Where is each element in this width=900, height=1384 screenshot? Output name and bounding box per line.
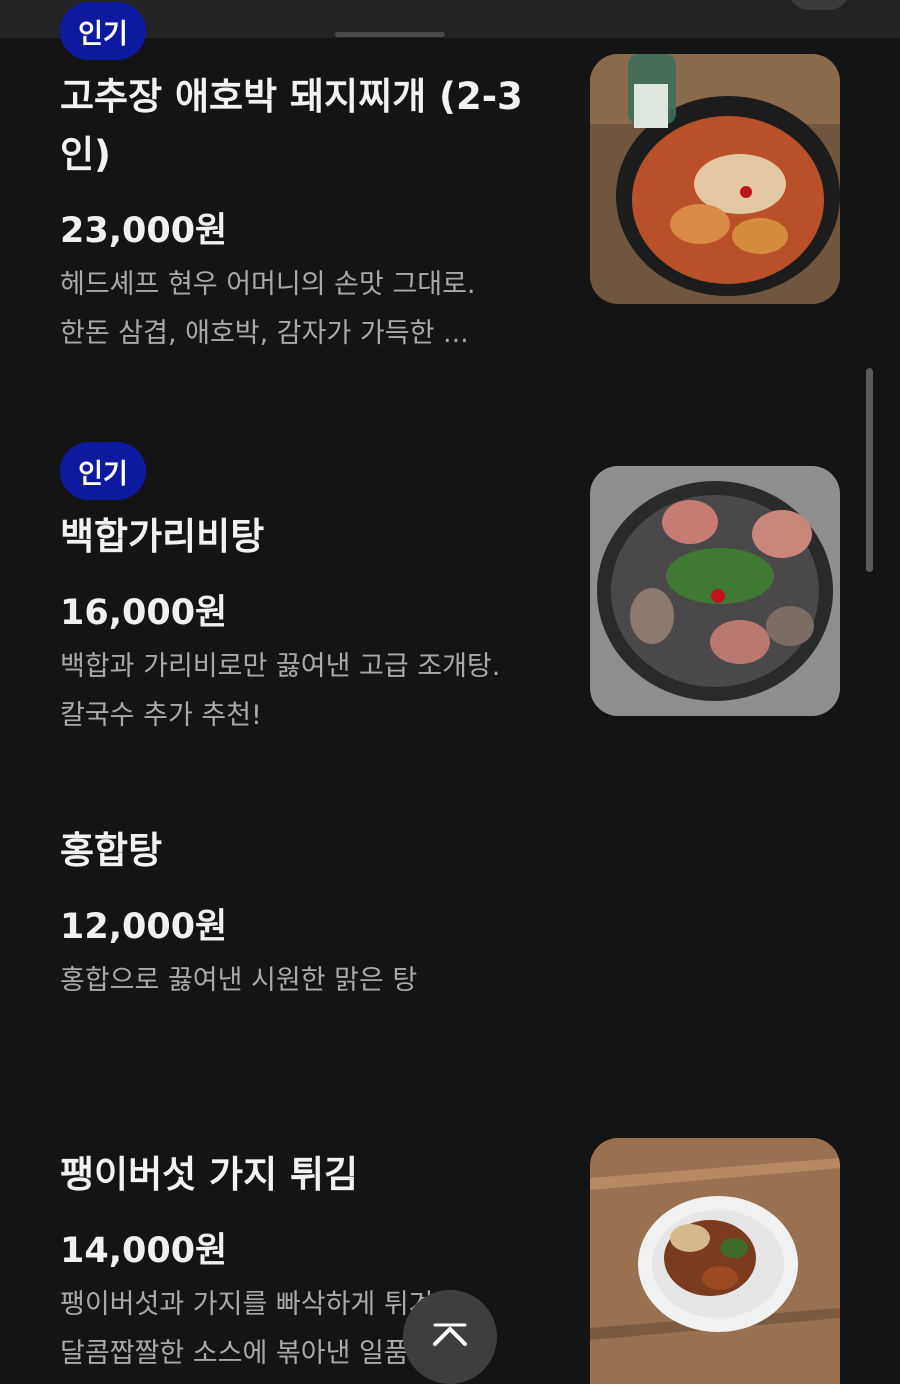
popular-badge: 인기 [60,442,146,500]
menu-item-name: 홍합탕 [60,829,163,872]
menu-item-mussel-soup[interactable]: 홍합탕 12,000원 홍합으로 끓여낸 시원한 맑은 탕 [0,822,900,1022]
menu-item-price: 14,000원 [60,1231,228,1271]
menu-item-description: 홍합으로 끓여낸 시원한 맑은 탕 [60,965,418,996]
menu-item-description: 헤드셰프 현우 어머니의 손맛 그대로. 한돈 삼겹, 애호박, 감자가 가득한… [60,269,476,349]
scrollbar[interactable] [866,368,873,572]
menu-item-price: 23,000원 [60,211,228,251]
popular-badge: 인기 [60,2,146,60]
menu-item-description: 백합과 가리비로만 끓여낸 고급 조개탕. 칼국수 추가 추천! [60,651,501,731]
menu-item-price: 12,000원 [60,907,228,947]
menu-item-name: 팽이버섯 가지 튀김 [60,1153,359,1196]
menu-item-pork-stew[interactable]: 인기 고추장 애호박 돼지찌개 (2-3 인) 23,000원 헤드셰프 현우 … [0,0,900,380]
menu-item-name: 고추장 애호박 돼지찌개 (2-3 인) [60,75,523,176]
chevron-up-icon [431,1323,469,1351]
menu-item-price: 16,000원 [60,593,228,633]
clam-scallop-soup-photo [590,466,840,716]
menu-item-clam-soup[interactable]: 인기 백합가리비탕 16,000원 백합과 가리비로만 끓여낸 고급 조개탕. … [0,440,900,770]
scroll-to-top-button[interactable] [403,1290,497,1384]
menu-item-name: 백합가리비탕 [60,515,265,558]
fried-mushroom-eggplant-photo [590,1138,840,1384]
pork-stew-photo [590,54,840,304]
